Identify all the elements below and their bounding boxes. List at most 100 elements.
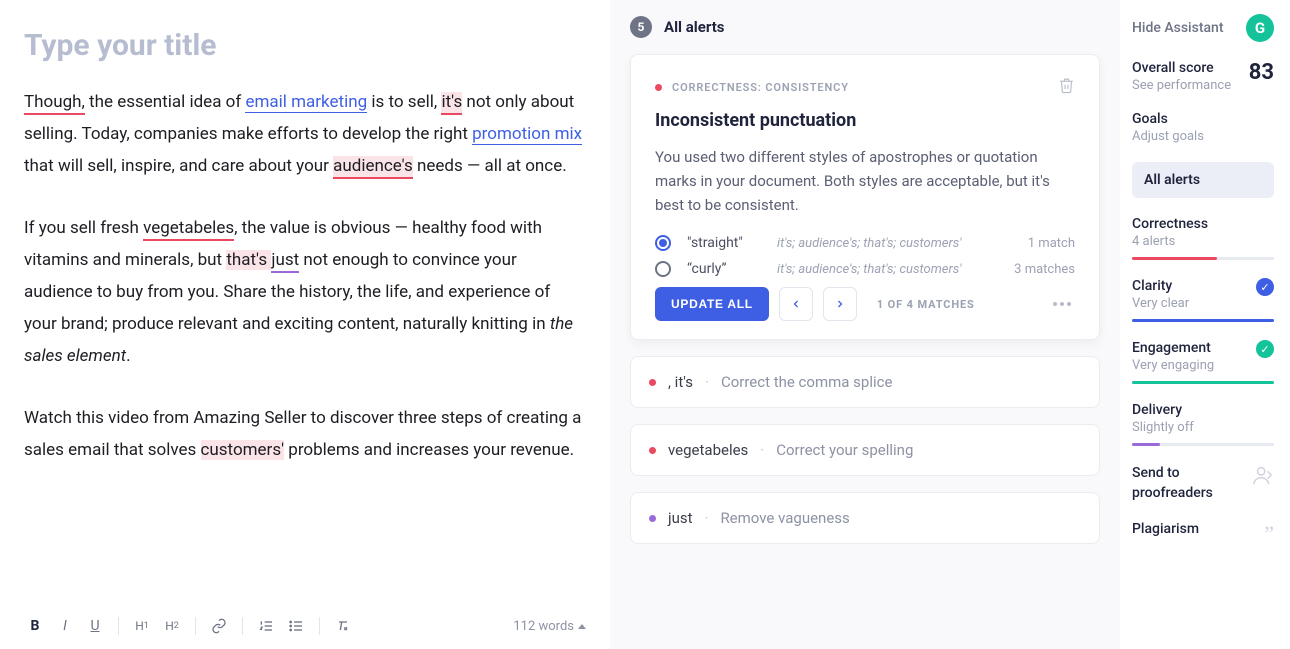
prev-match-button[interactable] <box>779 287 813 321</box>
all-alerts-filter[interactable]: All alerts <box>1132 162 1274 198</box>
italic-button[interactable]: I <box>54 615 76 637</box>
alert-item-vagueness[interactable]: just · Remove vagueness <box>630 492 1100 544</box>
goals-button[interactable]: Goals Adjust goals <box>1132 111 1274 144</box>
score-label: Overall score <box>1132 60 1231 76</box>
alert-item-comma-splice[interactable]: , it's · Correct the comma splice <box>630 356 1100 408</box>
link-promotion-mix[interactable]: promotion mix <box>472 124 582 145</box>
meter-icon <box>1132 257 1274 260</box>
alerts-header-label: All alerts <box>664 18 724 36</box>
category-label: Delivery <box>1132 402 1274 418</box>
category-dot-icon <box>649 447 656 454</box>
meter-icon <box>1132 319 1274 322</box>
alert-card-consistency: CORRECTNESS: CONSISTENCY Inconsistent pu… <box>630 54 1100 340</box>
category-label: Engagement <box>1132 340 1214 356</box>
dismiss-alert-button[interactable] <box>1058 77 1075 98</box>
alert-message: Remove vagueness <box>720 509 849 527</box>
send-to-proofreaders-button[interactable]: Send to proofreaders <box>1132 464 1274 503</box>
category-sublabel: 4 alerts <box>1132 234 1274 249</box>
plagiarism-label: Plagiarism <box>1132 521 1199 537</box>
clear-format-button[interactable] <box>332 615 354 637</box>
editor-toolbar: B I U H1 H2 112 words <box>24 615 586 637</box>
meter-icon <box>1132 381 1274 384</box>
alert-item-spelling[interactable]: vegetabeles · Correct your spelling <box>630 424 1100 476</box>
category-dot-icon <box>649 515 656 522</box>
option-curly[interactable]: “curly” it's; audience's; that's; custom… <box>655 261 1075 277</box>
category-correctness[interactable]: Correctness 4 alerts <box>1132 216 1274 260</box>
plagiarism-button[interactable]: Plagiarism ” <box>1132 521 1274 547</box>
card-eyebrow: CORRECTNESS: CONSISTENCY <box>672 81 849 94</box>
paragraph-3: Watch this video from Amazing Seller to … <box>24 403 586 467</box>
person-icon <box>1252 464 1274 490</box>
alert-word: vegetabeles <box>668 441 748 459</box>
category-dot-icon <box>655 84 662 91</box>
alert-message: Correct the comma splice <box>721 373 892 391</box>
word-count[interactable]: 112 words <box>513 619 586 634</box>
error-customers[interactable]: customers' <box>201 440 285 460</box>
option-label: "straight" <box>687 235 767 251</box>
option-examples: it's; audience's; that's; customers' <box>777 236 1018 251</box>
category-label: Clarity <box>1132 278 1189 294</box>
alert-message: Correct your spelling <box>776 441 913 459</box>
score-sublabel: See performance <box>1132 78 1231 93</box>
category-sublabel: Slightly off <box>1132 420 1274 435</box>
radio-icon <box>655 235 671 251</box>
paragraph-1: Though, the essential idea of email mark… <box>24 87 586 183</box>
alerts-column: 5 All alerts CORRECTNESS: CONSISTENCY In… <box>610 0 1120 649</box>
editor-body[interactable]: Though, the essential idea of email mark… <box>24 87 586 467</box>
category-dot-icon <box>649 379 656 386</box>
more-options-button[interactable] <box>1049 298 1075 310</box>
card-description: You used two different styles of apostro… <box>655 145 1075 217</box>
alerts-count-badge: 5 <box>630 16 652 38</box>
toolbar-separator <box>242 617 243 635</box>
meter-icon <box>1132 443 1274 446</box>
numbered-list-button[interactable] <box>255 615 277 637</box>
option-match-count: 1 match <box>1028 236 1075 251</box>
alert-word: , it's <box>668 373 693 391</box>
assistant-sidebar: Hide Assistant G Overall score See perfo… <box>1120 0 1290 649</box>
error-though[interactable]: Though, <box>24 92 85 115</box>
error-thats[interactable]: that's <box>226 250 271 270</box>
paragraph-2: If you sell fresh vegetabeles, the value… <box>24 213 586 373</box>
toolbar-separator <box>195 617 196 635</box>
bullet-list-button[interactable] <box>285 615 307 637</box>
link-button[interactable] <box>208 615 230 637</box>
card-actions: UPDATE ALL 1 OF 4 MATCHES <box>655 287 1075 321</box>
option-examples: it's; audience's; that's; customers' <box>777 262 1004 277</box>
brand-logo-icon[interactable]: G <box>1246 14 1274 42</box>
error-just[interactable]: just <box>271 250 299 273</box>
card-title: Inconsistent punctuation <box>655 110 1075 131</box>
toolbar-separator <box>319 617 320 635</box>
error-its[interactable]: it's <box>441 92 462 115</box>
next-match-button[interactable] <box>823 287 857 321</box>
radio-icon <box>655 261 671 277</box>
category-clarity[interactable]: Clarity Very clear ✓ <box>1132 278 1274 322</box>
option-straight[interactable]: "straight" it's; audience's; that's; cus… <box>655 235 1075 251</box>
category-sublabel: Very engaging <box>1132 358 1214 373</box>
update-all-button[interactable]: UPDATE ALL <box>655 287 769 321</box>
underline-button[interactable]: U <box>84 615 106 637</box>
error-audiences[interactable]: audience's <box>333 156 413 179</box>
category-sublabel: Very clear <box>1132 296 1189 311</box>
option-label: “curly” <box>687 261 767 277</box>
category-label: Correctness <box>1132 216 1274 232</box>
h2-button[interactable]: H2 <box>161 615 183 637</box>
overall-score-button[interactable]: Overall score See performance 83 <box>1132 60 1274 93</box>
score-value: 83 <box>1249 60 1274 85</box>
proofreaders-label: Send to proofreaders <box>1132 464 1232 503</box>
h1-button[interactable]: H1 <box>131 615 153 637</box>
bold-button[interactable]: B <box>24 615 46 637</box>
goals-label: Goals <box>1132 111 1274 127</box>
category-engagement[interactable]: Engagement Very engaging ✓ <box>1132 340 1274 384</box>
error-vegetabeles[interactable]: vegetabeles <box>143 218 234 241</box>
category-delivery[interactable]: Delivery Slightly off <box>1132 402 1274 446</box>
link-email-marketing[interactable]: email marketing <box>245 92 367 113</box>
editor-column: Type your title Though, the essential id… <box>0 0 610 649</box>
quote-icon: ” <box>1264 521 1274 547</box>
toolbar-separator <box>118 617 119 635</box>
hide-assistant-button[interactable]: Hide Assistant <box>1132 20 1224 36</box>
check-icon: ✓ <box>1256 278 1274 296</box>
title-input[interactable]: Type your title <box>24 28 586 63</box>
expand-icon <box>578 624 586 629</box>
alert-word: just <box>668 509 693 527</box>
option-match-count: 3 matches <box>1014 262 1075 277</box>
